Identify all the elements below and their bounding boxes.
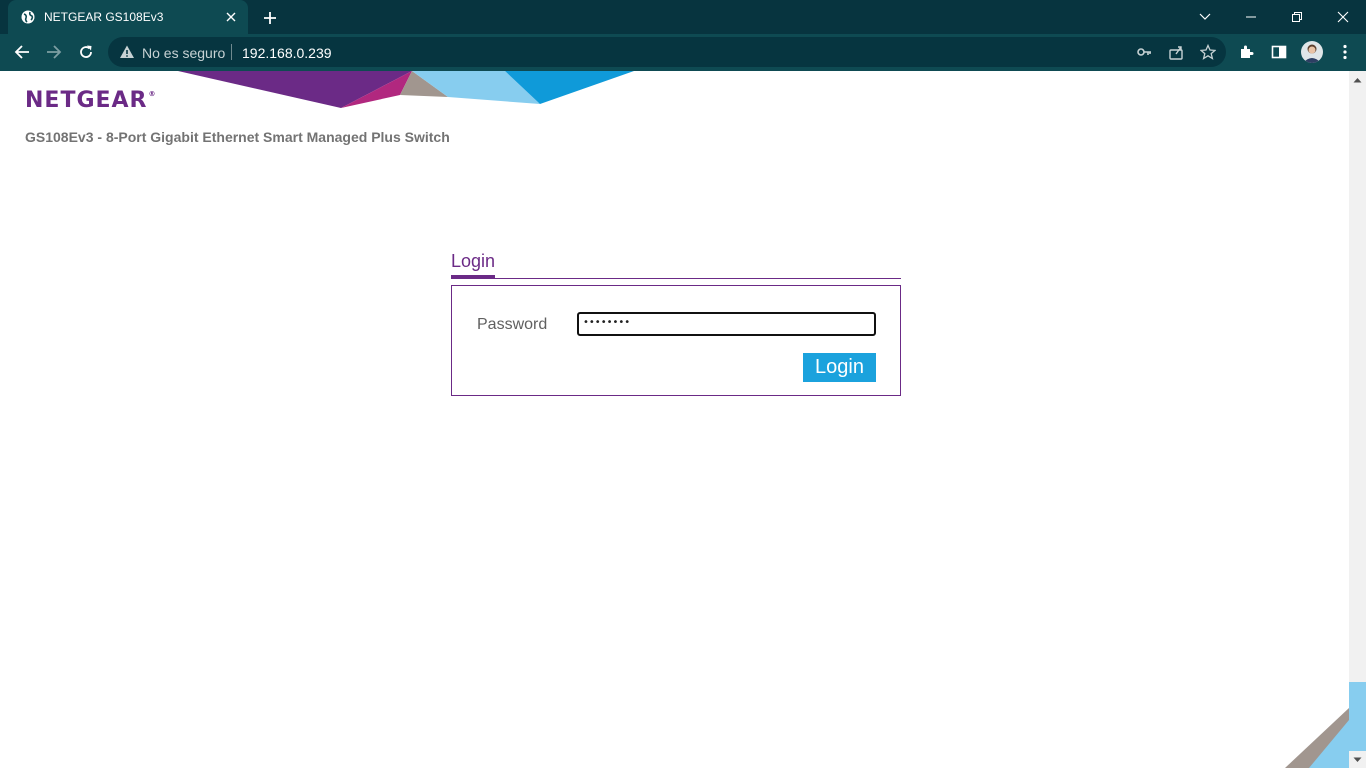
- side-panel-icon[interactable]: [1270, 43, 1288, 61]
- reload-icon[interactable]: [74, 40, 98, 64]
- divider: [451, 278, 901, 279]
- separator: [231, 44, 232, 60]
- tab-strip: NETGEAR GS108Ev3: [0, 0, 1366, 34]
- star-icon[interactable]: [1199, 43, 1217, 60]
- scrollbar[interactable]: [1349, 71, 1366, 768]
- key-icon[interactable]: [1136, 44, 1152, 60]
- forward-icon[interactable]: [42, 40, 66, 64]
- security-status[interactable]: No es seguro: [142, 45, 225, 61]
- scrollbar-decoration: [1349, 682, 1366, 751]
- restore-icon[interactable]: [1285, 5, 1309, 29]
- share-icon[interactable]: [1168, 44, 1184, 60]
- netgear-logo: NETGEAR®: [25, 88, 157, 113]
- back-icon[interactable]: [10, 40, 34, 64]
- logo-registered-mark: ®: [148, 90, 157, 98]
- tab-login: Login: [451, 251, 496, 278]
- menu-icon[interactable]: [1336, 43, 1354, 61]
- login-button[interactable]: Login: [803, 353, 876, 382]
- url-text[interactable]: 192.168.0.239: [242, 45, 332, 61]
- corner-decoration: [1285, 708, 1349, 768]
- browser-tab[interactable]: NETGEAR GS108Ev3: [8, 0, 248, 34]
- page-content: NETGEAR® GS108Ev3 - 8-Port Gigabit Ether…: [0, 71, 1349, 768]
- password-label: Password: [477, 316, 548, 333]
- chevron-down-icon[interactable]: [1193, 5, 1217, 29]
- avatar[interactable]: [1301, 41, 1323, 63]
- warning-icon[interactable]: [119, 44, 135, 60]
- login-panel: Password •••••••• Login: [451, 285, 901, 396]
- logo-text: NETGEAR: [25, 88, 148, 113]
- plus-icon[interactable]: [260, 8, 280, 28]
- close-icon[interactable]: [223, 9, 239, 25]
- password-field[interactable]: ••••••••: [577, 312, 876, 336]
- product-subtitle: GS108Ev3 - 8-Port Gigabit Ethernet Smart…: [25, 129, 450, 145]
- scroll-down-icon[interactable]: [1349, 751, 1366, 768]
- minimize-icon[interactable]: [1239, 5, 1263, 29]
- globe-icon: [21, 10, 35, 24]
- address-bar[interactable]: No es seguro 192.168.0.239: [108, 37, 1226, 67]
- scroll-up-icon[interactable]: [1349, 71, 1366, 88]
- tab-title: NETGEAR GS108Ev3: [44, 10, 164, 24]
- close-window-icon[interactable]: [1331, 5, 1355, 29]
- extensions-icon[interactable]: [1238, 43, 1256, 61]
- browser-toolbar: No es seguro 192.168.0.239: [0, 34, 1366, 71]
